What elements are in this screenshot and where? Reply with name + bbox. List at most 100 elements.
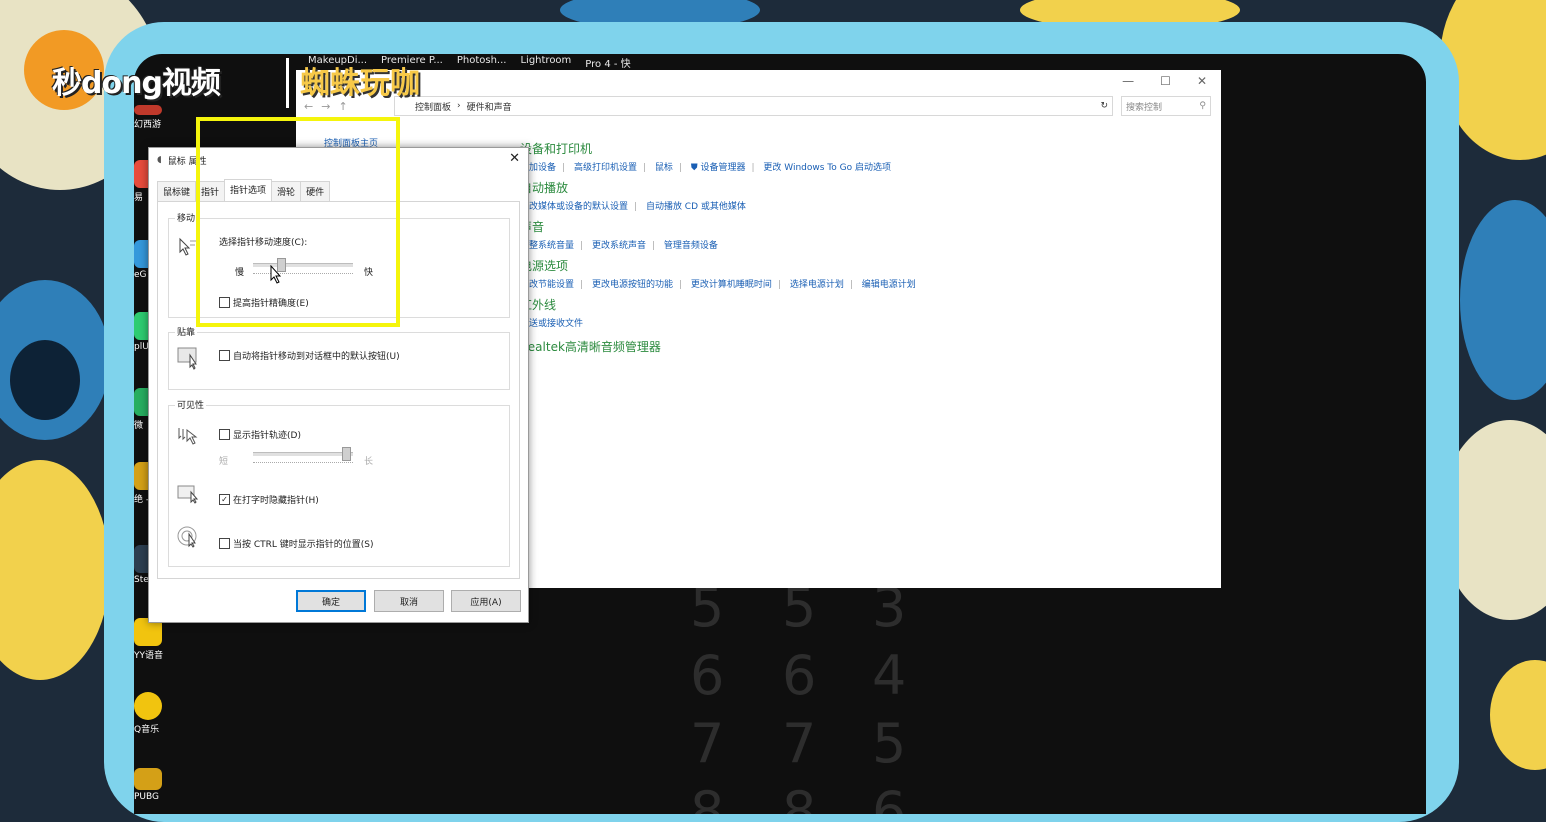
trail-slider-thumb[interactable] <box>342 447 352 461</box>
minimize-icon[interactable]: — <box>1122 74 1134 88</box>
show-location-icon <box>177 526 199 548</box>
digit-column: 5 6 7 8 <box>782 574 816 814</box>
section-heading[interactable]: 电源选项 <box>520 257 916 274</box>
desktop-icon-label: Ste <box>134 575 149 585</box>
bg-blob <box>1490 660 1546 770</box>
link[interactable]: 更改媒体或设备的默认设置 <box>520 202 628 212</box>
digit: 6 <box>872 780 907 814</box>
checkbox-label: 自动将指针移动到对话框中的默认按钮(U) <box>233 352 400 362</box>
bg-blob <box>10 340 80 420</box>
hide-while-typing-checkbox[interactable]: ✓ 在打字时隐藏指针(H) <box>219 493 319 506</box>
trail-slider-track[interactable] <box>253 452 353 456</box>
digit-column: 5 6 7 8 <box>690 574 724 814</box>
pointer-trails-icon <box>177 426 199 446</box>
link[interactable]: 更改电源按钮的功能 <box>592 280 673 290</box>
app-icon <box>134 105 162 115</box>
section-links: 添加设备 | 高级打印机设置 | 鼠标 | ⛊ 设备管理器 | 更改 Windows T… <box>520 163 891 173</box>
shield-icon: ⛊ <box>690 163 698 173</box>
desktop-icon[interactable]: Q音乐 <box>134 692 168 735</box>
short-label: 短 <box>219 457 229 467</box>
link[interactable]: 更改计算机睡眠时间 <box>691 280 772 290</box>
link[interactable]: 编辑电源计划 <box>862 280 916 290</box>
desktop-icon[interactable]: 幻西游 <box>134 105 168 130</box>
section-heading[interactable]: 红外线 <box>520 296 583 313</box>
search-placeholder: 搜索控制 <box>1126 102 1163 113</box>
link[interactable]: 高级打印机设置 <box>574 163 637 173</box>
checkbox-label: 在打字时隐藏指针(H) <box>233 496 319 506</box>
digit: 7 <box>782 712 817 775</box>
digit: 8 <box>782 780 817 814</box>
section-power: 电源选项 更改节能设置 | 更改电源按钮的功能 | 更改计算机睡眠时间 | 选择电源计… <box>520 257 916 290</box>
desktop-icon-label: PUBG <box>134 792 160 802</box>
taskbar-item[interactable]: Lightroom <box>520 55 571 70</box>
desktop-icon-label: Q音乐 <box>134 725 160 735</box>
section-devices-printers: 设备和打印机 添加设备 | 高级打印机设置 | 鼠标 | ⛊ 设备管理器 | 更改 Wi… <box>520 140 891 173</box>
highlight-box <box>196 117 400 327</box>
show-location-checkbox[interactable]: 当按 CTRL 键时显示指针的位置(S) <box>219 537 374 550</box>
refresh-icon[interactable]: ↻ <box>1100 101 1112 111</box>
digit: 4 <box>872 644 907 707</box>
address-bar: ← → ↑ 控制面板 › 硬件和声音 ↻ 搜索控制 ⚲ <box>304 96 1211 116</box>
link[interactable]: 设备管理器 <box>700 163 745 173</box>
section-heading[interactable]: 自动播放 <box>520 179 746 196</box>
apply-button[interactable]: 应用(A) <box>451 590 521 612</box>
breadcrumb-item[interactable]: 控制面板 <box>415 100 451 113</box>
checkbox-label: 当按 CTRL 键时显示指针的位置(S) <box>233 540 374 550</box>
section-infrared: 红外线 发送或接收文件 <box>520 296 583 329</box>
brand-logo: 秒dong视频 <box>52 66 221 101</box>
link[interactable]: 更改系统声音 <box>592 241 646 251</box>
link[interactable]: 发送或接收文件 <box>520 319 583 329</box>
snap-to-checkbox[interactable]: 自动将指针移动到对话框中的默认按钮(U) <box>219 349 400 362</box>
search-input[interactable]: 搜索控制 ⚲ <box>1121 96 1211 116</box>
trail-slider-ticks <box>253 460 353 463</box>
link[interactable]: 选择电源计划 <box>790 280 844 290</box>
partner-logo: 蜘蛛玩咖 <box>300 66 420 101</box>
desktop-icon-label: 幻西游 <box>134 120 162 130</box>
desktop-icon[interactable]: YY语音 <box>134 618 168 661</box>
window-caption: — ☐ ✕ <box>296 70 1221 92</box>
section-links: 调整系统音量 | 更改系统声音 | 管理音频设备 <box>520 241 718 251</box>
breadcrumb-item[interactable]: 硬件和声音 <box>467 100 512 113</box>
digit: 6 <box>782 644 817 707</box>
digit: 8 <box>690 780 725 814</box>
taskbar-item[interactable]: Pro 4 - 快 <box>585 55 630 70</box>
link[interactable]: 鼠标 <box>655 163 673 173</box>
group-label: 可见性 <box>175 398 207 411</box>
group-snap-to: 贴靠 自动将指针移动到对话框中的默认按钮(U) <box>168 325 510 390</box>
ok-button[interactable]: 确定 <box>296 590 366 612</box>
section-autoplay: 自动播放 更改媒体或设备的默认设置 | 自动播放 CD 或其他媒体 <box>520 179 746 212</box>
checkbox-label: 显示指针轨迹(D) <box>233 431 301 441</box>
section-heading[interactable]: 设备和打印机 <box>520 140 891 157</box>
taskbar-item[interactable]: Photosh... <box>457 55 507 70</box>
desktop-icon-label: eG <box>134 270 147 280</box>
section-heading[interactable]: 声音 <box>520 218 718 235</box>
close-icon[interactable]: ✕ <box>1197 74 1207 88</box>
checkbox-box[interactable] <box>219 350 230 361</box>
section-realtek: Realtek高清晰音频管理器 <box>520 338 661 355</box>
section-links: 更改媒体或设备的默认设置 | 自动播放 CD 或其他媒体 <box>520 202 746 212</box>
app-icon <box>134 692 162 720</box>
bg-blob <box>1460 200 1546 400</box>
cancel-button[interactable]: 取消 <box>374 590 444 612</box>
breadcrumb[interactable]: 控制面板 › 硬件和声音 ↻ <box>394 96 1113 116</box>
link[interactable]: 自动播放 CD 或其他媒体 <box>646 202 746 212</box>
group-visibility: 可见性 显示指针轨迹(D) 短 长 ✓ 在打字时隐藏指针(H) 当按 CTRL … <box>168 398 510 567</box>
section-links: 发送或接收文件 <box>520 316 583 329</box>
maximize-icon[interactable]: ☐ <box>1160 74 1171 88</box>
mouse-icon: ◖ <box>157 155 162 165</box>
group-label: 移动 <box>175 211 198 224</box>
checkbox-box[interactable] <box>219 538 230 549</box>
snap-to-icon <box>177 347 199 370</box>
pointer-trails-checkbox[interactable]: 显示指针轨迹(D) <box>219 428 301 441</box>
hide-while-typing-icon <box>177 484 199 504</box>
desktop-icon-label: 微 <box>134 421 144 431</box>
link[interactable]: 更改 Windows To Go 启动选项 <box>763 163 891 173</box>
link[interactable]: 管理音频设备 <box>664 241 718 251</box>
checkbox-box[interactable] <box>219 429 230 440</box>
section-heading[interactable]: Realtek高清晰音频管理器 <box>520 338 661 355</box>
close-icon[interactable]: ✕ <box>509 151 520 166</box>
checkbox-box[interactable]: ✓ <box>219 494 230 505</box>
app-icon <box>134 768 162 790</box>
digit-column: 3 4 5 6 <box>872 574 906 814</box>
desktop-icon[interactable]: PUBG <box>134 768 168 802</box>
